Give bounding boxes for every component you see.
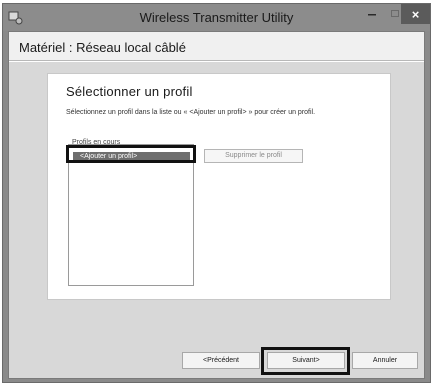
profile-panel: Sélectionner un profil Sélectionnez un p… bbox=[47, 73, 391, 300]
cancel-button[interactable]: Annuler bbox=[352, 352, 418, 369]
minimize-button[interactable] bbox=[359, 4, 385, 25]
title-bar[interactable]: Wireless Transmitter Utility × bbox=[3, 4, 430, 31]
app-window: Wireless Transmitter Utility × Matériel … bbox=[2, 3, 431, 383]
content-area: Sélectionner un profil Sélectionnez un p… bbox=[9, 62, 424, 378]
previous-button[interactable]: <Précédent bbox=[182, 352, 260, 369]
panel-title: Sélectionner un profil bbox=[66, 84, 193, 99]
panel-description: Sélectionnez un profil dans la liste ou … bbox=[66, 109, 316, 116]
minimize-icon bbox=[367, 6, 377, 24]
callout-frame bbox=[66, 145, 196, 163]
close-icon: × bbox=[411, 6, 420, 22]
close-button[interactable]: × bbox=[401, 4, 430, 24]
page-title: Matériel : Réseau local câblé bbox=[19, 40, 186, 55]
maximize-icon bbox=[390, 6, 400, 24]
client-area: Matériel : Réseau local câblé Sélectionn… bbox=[8, 31, 425, 379]
delete-profile-button[interactable]: Supprimer le profil bbox=[204, 149, 303, 163]
header-band: Matériel : Réseau local câblé bbox=[9, 32, 424, 61]
callout-frame bbox=[261, 347, 350, 375]
profile-list[interactable]: <Ajouter un profil> bbox=[68, 144, 194, 286]
